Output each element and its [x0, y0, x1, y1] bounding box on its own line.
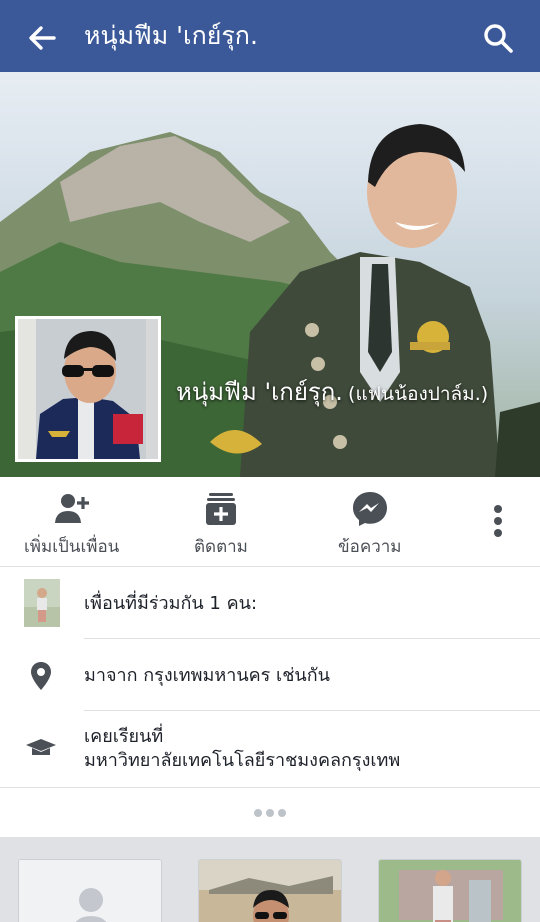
- add-friend-label: เพิ่มเป็นเพื่อน: [24, 537, 120, 557]
- profile-name: หนุ่มฟีม 'เกย์รุก. (แฟนน้องปาล์ม.): [176, 372, 488, 411]
- dot: [266, 808, 274, 817]
- mutual-friends-row[interactable]: เพื่อนที่มีร่วมกัน 1 คน:: [0, 567, 540, 639]
- avatar: [18, 319, 158, 459]
- education-text: เคยเรียนที่ มหาวิทยาลัยเทคโนโลยีราชมงคลก…: [84, 711, 540, 787]
- profile-name-main: หนุ่มฟีม 'เกย์รุก.: [176, 378, 343, 406]
- top-app-bar: หนุ่มฟีม 'เกย์รุก.: [0, 0, 540, 72]
- add-friend-icon: [52, 489, 92, 529]
- friend-card[interactable]: [198, 859, 342, 922]
- education-school[interactable]: มหาวิทยาลัยเทคโนโลยีราชมงคลกรุงเทพ: [84, 749, 400, 773]
- profile-intro-section: เพื่อนที่มีร่วมกัน 1 คน: มาจาก กรุงเทพมห…: [0, 567, 540, 837]
- education-label: เคยเรียนที่: [84, 726, 164, 747]
- messenger-icon: [350, 489, 390, 529]
- profile-alternate-name: (แฟนน้องปาล์ม.): [348, 383, 489, 405]
- message-label: ข้อความ: [338, 537, 402, 557]
- add-friend-button[interactable]: เพิ่มเป็นเพื่อน: [24, 489, 119, 560]
- education-row: เคยเรียนที่ มหาวิทยาลัยเทคโนโลยีราชมงคลก…: [0, 711, 540, 787]
- friend-card[interactable]: [378, 859, 522, 922]
- more-vertical-icon[interactable]: [488, 503, 508, 539]
- education-icon: [22, 729, 60, 767]
- from-row: มาจาก กรุงเทพมหานคร เช่นกัน: [0, 639, 540, 711]
- friends-grid: [0, 837, 540, 922]
- location-pin-icon: [22, 657, 60, 695]
- mutual-friend-thumbnail: [24, 579, 60, 627]
- profile-action-bar: เพิ่มเป็นเพื่อน ติดตาม ข้อความ: [0, 477, 540, 567]
- mutual-friends-text: เพื่อนที่มีร่วมกัน 1 คน:: [84, 567, 540, 639]
- follow-icon: [201, 489, 241, 529]
- search-icon[interactable]: [480, 20, 516, 56]
- dot: [254, 808, 262, 817]
- follow-button[interactable]: ติดตาม: [194, 489, 248, 560]
- message-button[interactable]: ข้อความ: [338, 489, 402, 560]
- see-more-button[interactable]: [0, 787, 540, 837]
- page-title: หนุ่มฟีม 'เกย์รุก.: [84, 21, 258, 50]
- arrow-left-icon[interactable]: [24, 20, 60, 56]
- from-text: มาจาก กรุงเทพมหานคร เช่นกัน: [84, 639, 540, 711]
- friend-card[interactable]: [18, 859, 162, 922]
- dot: [278, 808, 286, 817]
- follow-label: ติดตาม: [194, 537, 248, 557]
- profile-picture[interactable]: [15, 316, 161, 462]
